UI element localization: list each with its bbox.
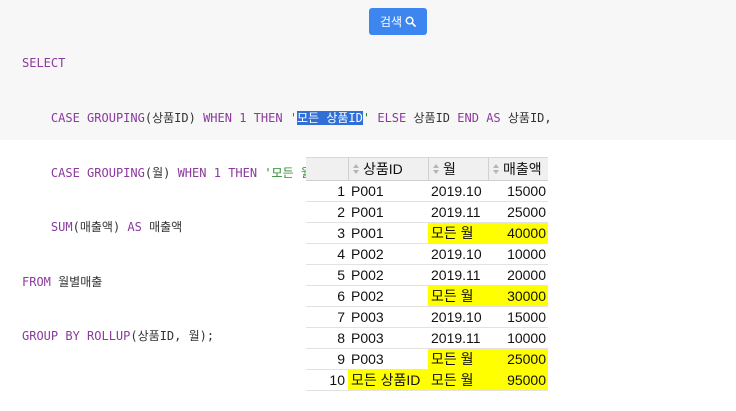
code-number: 1 [213,165,221,180]
row-number[interactable]: 6 [306,286,346,306]
sort-icon[interactable] [352,163,360,175]
table-row[interactable]: 1 P001 2019.10 15000 [306,181,548,202]
column-header-label: 매출액 [503,161,542,177]
keyword-then: THEN [253,111,283,125]
function-grouping: GROUPING [87,165,145,180]
sort-icon[interactable] [492,163,500,175]
column-header-amount[interactable]: 매출액 [488,158,548,180]
cell-amount[interactable]: 10000 [488,328,548,348]
row-number[interactable]: 4 [306,244,346,264]
keyword-when: WHEN [203,111,232,125]
cell-month[interactable]: 2019.11 [428,265,488,285]
function-sum: SUM [50,220,73,235]
cell-product-id[interactable]: P002 [348,244,428,264]
cell-product-id[interactable]: P002 [348,265,428,285]
code-token: (상품ID) [144,111,196,125]
cell-month[interactable]: 2019.11 [428,328,488,348]
cell-month[interactable]: 모든 월 [428,370,488,390]
code-token: 매출액 [149,220,183,235]
cell-amount[interactable]: 15000 [488,307,548,327]
code-token: (월) [144,165,171,180]
cell-product-id[interactable]: 모든 상품ID [348,370,428,390]
cell-amount[interactable]: 25000 [488,202,548,222]
search-button-label: 검색 [379,15,403,29]
code-string: ' [289,111,298,125]
column-header-month[interactable]: 월 [428,158,488,180]
table-row[interactable]: 9 P003 모든 월 25000 [306,349,548,370]
cell-month[interactable]: 2019.10 [428,307,488,327]
column-header-product-id[interactable]: 상품ID [348,158,428,180]
row-number[interactable]: 10 [306,370,346,390]
code-string: ' [362,111,371,125]
table-row[interactable]: 6 P002 모든 월 30000 [306,286,548,307]
cell-product-id[interactable]: P001 [348,202,428,222]
search-icon [405,16,416,27]
table-row[interactable]: 3 P001 모든 월 40000 [306,223,548,244]
keyword-then: THEN [228,165,258,180]
cell-month[interactable]: 2019.10 [428,181,488,201]
cell-product-id[interactable]: P001 [348,223,428,243]
keyword-as: AS [486,111,501,125]
row-number[interactable]: 3 [306,223,346,243]
code-number: 1 [239,111,247,125]
table-row[interactable]: 8 P003 2019.11 10000 [306,328,548,349]
row-number[interactable]: 2 [306,202,346,222]
cell-product-id[interactable]: P002 [348,286,428,306]
sort-icon[interactable] [432,163,440,175]
cell-month[interactable]: 모든 월 [428,286,488,306]
cell-amount[interactable]: 10000 [488,244,548,264]
column-header-label: 월 [443,161,456,177]
function-grouping: GROUPING [87,111,145,125]
code-token: 상품ID, [507,111,552,125]
cell-amount[interactable]: 40000 [488,223,548,243]
code-token: (매출액) [72,220,121,235]
keyword-from: FROM [22,274,51,289]
table-row[interactable]: 2 P001 2019.11 25000 [306,202,548,223]
table-row[interactable]: 5 P002 2019.11 20000 [306,265,548,286]
sql-editor[interactable]: SELECT CASE GROUPING(상품ID) WHEN 1 THEN '… [0,0,736,343]
code-token: 월별매출 [58,274,103,289]
cell-month[interactable]: 2019.10 [428,244,488,264]
cell-amount[interactable]: 95000 [488,370,548,390]
cell-product-id[interactable]: P003 [348,307,428,327]
cell-product-id[interactable]: P001 [348,181,428,201]
keyword-else: ELSE [377,111,407,125]
table-row[interactable]: 7 P003 2019.10 15000 [306,307,548,328]
result-rows: 1 P001 2019.10 15000 2 P001 2019.11 25000 3 P001 모… [306,181,548,391]
table-row[interactable]: 10 모든 상품ID 모든 월 95000 [306,370,548,391]
keyword-end: END [457,111,479,125]
keyword-case: CASE [50,111,80,125]
cell-amount[interactable]: 20000 [488,265,548,285]
result-grid[interactable]: 상품ID 월 매출액 1 P001 2019.10 15000 2 P001 2019.11… [306,157,548,391]
selected-text: 모든 상품ID [297,111,363,125]
code-token: 상품ID [413,111,451,125]
code-line-1: SELECT [22,54,552,72]
table-row[interactable]: 4 P002 2019.10 10000 [306,244,548,265]
column-header-label: 상품ID [363,161,403,177]
keyword-case: CASE [50,165,80,180]
row-number[interactable]: 7 [306,307,346,327]
cell-amount[interactable]: 30000 [488,286,548,306]
row-number[interactable]: 9 [306,349,346,369]
cell-amount[interactable]: 25000 [488,349,548,369]
row-number[interactable]: 1 [306,181,346,201]
row-number[interactable]: 5 [306,265,346,285]
code-line-2: CASE GROUPING(상품ID) WHEN 1 THEN '모든 상품ID… [22,109,552,127]
row-number[interactable]: 8 [306,328,346,348]
cell-product-id[interactable]: P003 [348,328,428,348]
result-header: 상품ID 월 매출액 [306,157,548,181]
keyword-as: AS [127,220,142,235]
cell-amount[interactable]: 15000 [488,181,548,201]
cell-month[interactable]: 모든 월 [428,349,488,369]
code-token: (상품ID, 월); [130,329,215,344]
keyword-group-by: GROUP BY [22,329,80,344]
cell-month[interactable]: 모든 월 [428,223,488,243]
search-button[interactable]: 검색 [369,8,427,35]
keyword-select: SELECT [22,56,66,71]
function-rollup: ROLLUP [87,329,131,344]
cell-product-id[interactable]: P003 [348,349,428,369]
cell-month[interactable]: 2019.11 [428,202,488,222]
keyword-when: WHEN [177,165,207,180]
